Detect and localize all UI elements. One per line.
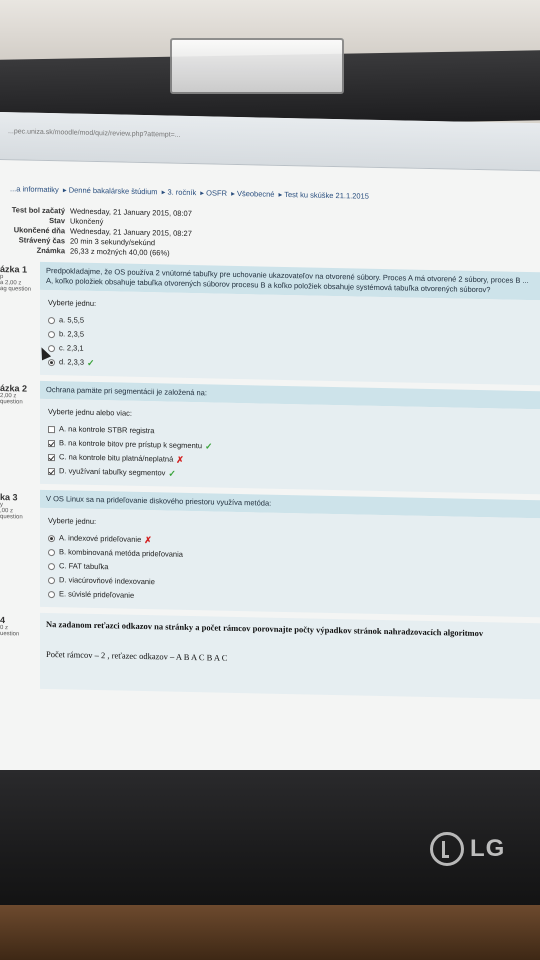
breadcrumb-item[interactable]: OSFR [206,188,227,197]
answer-area: Vyberte jednu alebo viac: A. na kontrole… [40,398,540,495]
answer-area: Vyberte jednu: A. indexové prideľovanie ✗… [40,507,540,618]
breadcrumb-item[interactable]: ...a informatiky [10,184,59,194]
checkbox[interactable] [48,467,55,475]
question-info: 4 0 z uestion [0,615,20,638]
radio-button[interactable] [48,590,55,598]
attempt-summary: Test bol začatý Wednesday, 21 January 201… [0,205,540,266]
breadcrumb-item[interactable]: Denné bakalárske štúdium [69,185,158,196]
radio-button[interactable] [48,358,55,366]
radio-button[interactable] [48,344,55,352]
question-info: ka 3 y ,00 z question [0,492,23,521]
desk-surface [0,905,540,960]
correct-check-icon: ✓ [168,468,176,479]
incorrect-cross-icon: ✗ [176,454,184,465]
browser-toolbar: ...pec.uniza.sk/moodle/mod/quiz/review.p… [0,112,540,172]
question-info: ázka 1 p a 2,00 z ag question [0,264,32,293]
radio-button[interactable] [48,562,55,570]
breadcrumb-item[interactable]: Všeobecné [237,189,275,199]
logo-text: LG [470,835,506,862]
light-glare [170,38,344,94]
question-info: ázka 2 2,00 z question [0,383,28,406]
question-3: ka 3 y ,00 z question V OS Linux sa na p… [0,489,540,618]
question-4: 4 0 z uestion Na zadanom reťazci odkazov… [0,612,540,700]
monitor-logo: LG [430,832,505,866]
question-1: ázka 1 p a 2,00 z ag question Predpoklad… [0,261,540,386]
correct-check-icon: ✓ [205,441,213,452]
breadcrumb-item[interactable]: 3. ročník [167,188,196,198]
monitor-screen: ...pec.uniza.sk/moodle/mod/quiz/review.p… [0,112,540,784]
radio-button[interactable] [48,576,55,584]
checkbox[interactable] [48,425,55,433]
breadcrumb: ...a informatiky ▸ Denné bakalárske štúd… [10,184,369,201]
lg-logo-icon [430,832,464,866]
radio-button[interactable] [48,330,55,338]
breadcrumb-item[interactable]: Test ku skúške 21.1.2015 [284,190,369,201]
answer-area: Vyberte jednu: a. 5,5,5 b. 2,3,5 c. 2,3,… [40,289,540,386]
radio-button[interactable] [48,316,55,324]
checkbox[interactable] [48,453,55,461]
radio-button[interactable] [48,534,55,542]
checkbox[interactable] [48,439,55,447]
incorrect-cross-icon: ✗ [144,535,152,546]
question-2: ázka 2 2,00 z question Ochrana pamäte pr… [0,380,540,495]
correct-check-icon: ✓ [87,357,95,368]
radio-button[interactable] [48,548,55,556]
url-bar[interactable]: ...pec.uniza.sk/moodle/mod/quiz/review.p… [8,128,532,146]
question-subtext: Počet rámcov – 2 , reťazec odkazov – A B… [46,648,228,663]
